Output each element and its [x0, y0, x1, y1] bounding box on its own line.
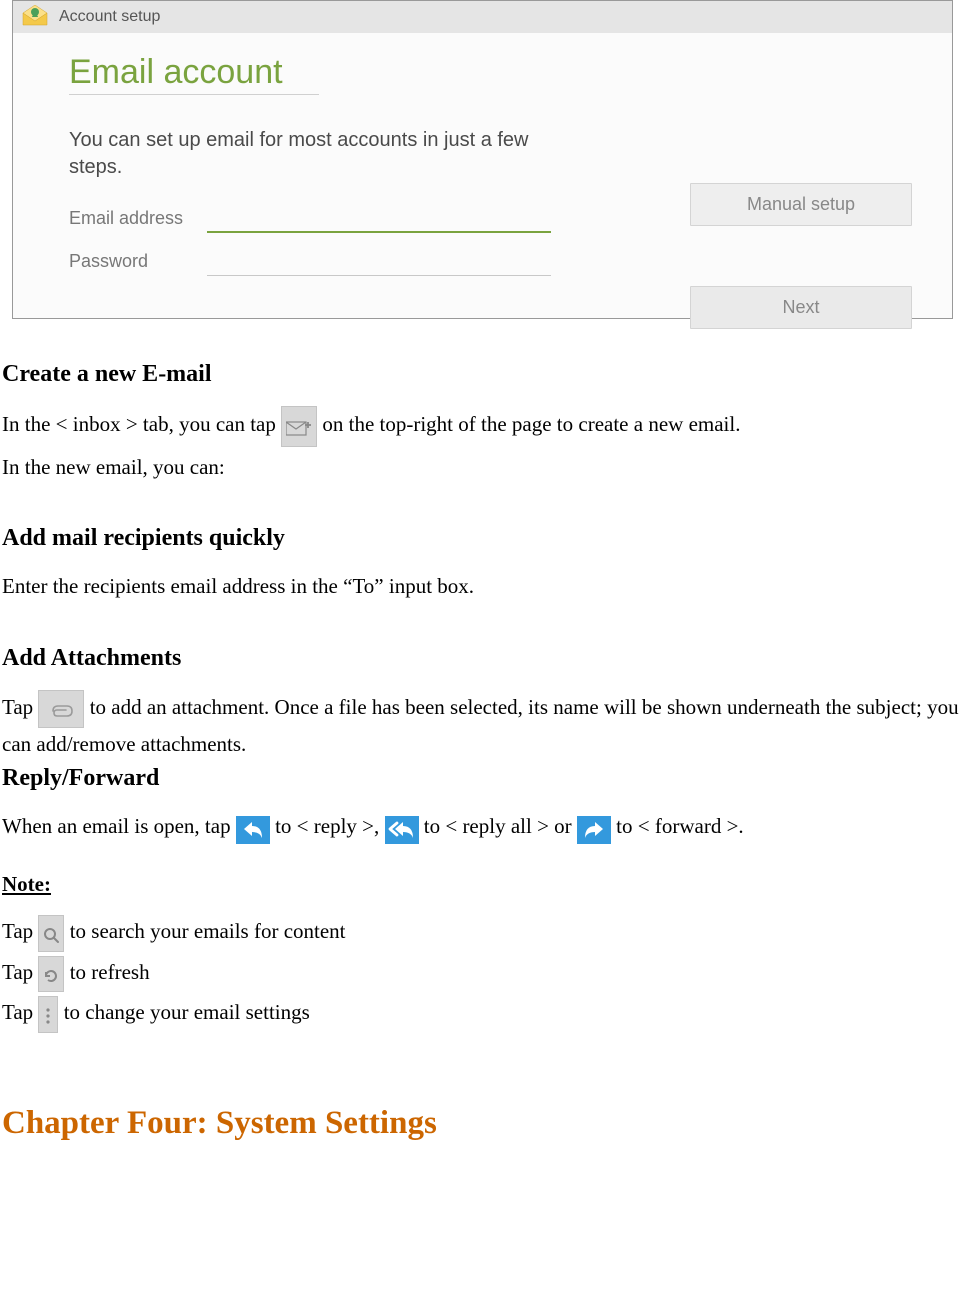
para-create-2: In the new email, you can:	[2, 451, 963, 484]
envelope-icon	[21, 5, 49, 29]
password-input[interactable]	[207, 247, 551, 276]
para-reply: When an email is open, tap to < reply >,…	[2, 810, 963, 844]
next-button[interactable]: Next	[690, 286, 912, 329]
screenshot-panel-title: Email account	[69, 53, 319, 95]
button-area: Manual setup Next	[690, 183, 912, 329]
note-line-1: Tap to search your emails for content	[2, 915, 963, 952]
email-label: Email address	[69, 208, 189, 229]
reply-icon	[236, 812, 270, 845]
screenshot-header: Account setup	[13, 1, 952, 33]
note-heading: Note:	[2, 872, 963, 897]
note-line-3: Tap to change your email settings	[2, 996, 963, 1033]
email-setup-screenshot: Account setup Email account You can set …	[12, 0, 953, 319]
reply-all-icon	[385, 812, 419, 845]
document-content: Create a new E-mail In the < inbox > tab…	[0, 361, 965, 1142]
note-line-2: Tap to refresh	[2, 956, 963, 993]
search-icon	[38, 915, 64, 952]
screenshot-body: Email account You can set up email for m…	[13, 33, 952, 318]
manual-setup-button[interactable]: Manual setup	[690, 183, 912, 226]
heading-recipients: Add mail recipients quickly	[2, 525, 963, 552]
screenshot-subtitle: You can set up email for most accounts i…	[69, 127, 539, 181]
compose-icon	[281, 406, 317, 447]
email-input[interactable]	[207, 203, 551, 233]
attachment-icon	[38, 690, 84, 729]
para-attach: Tap to add an attachment. Once a file ha…	[2, 690, 963, 761]
screenshot-header-title: Account setup	[59, 8, 160, 26]
para-create-1: In the < inbox > tab, you can tap on the…	[2, 406, 963, 447]
chapter-heading: Chapter Four: System Settings	[2, 1105, 963, 1142]
heading-attachments: Add Attachments	[2, 645, 963, 672]
forward-icon	[577, 812, 611, 845]
settings-icon	[38, 996, 58, 1033]
para-recipients: Enter the recipients email address in th…	[2, 570, 963, 603]
heading-create-email: Create a new E-mail	[2, 361, 963, 388]
heading-reply-forward: Reply/Forward	[2, 765, 963, 792]
refresh-icon	[38, 956, 64, 993]
password-label: Password	[69, 251, 189, 272]
